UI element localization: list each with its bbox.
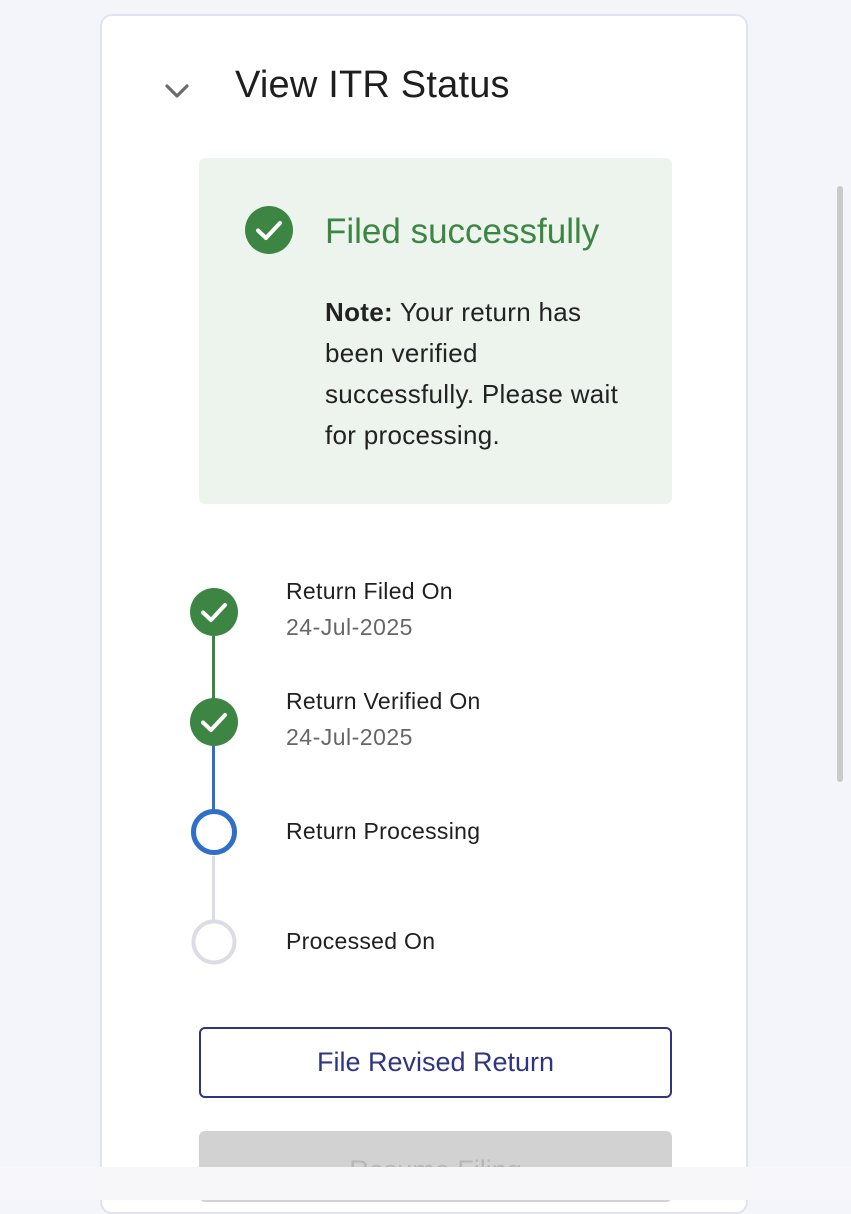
timeline-date: 24-Jul-2025 — [286, 614, 413, 640]
card-header: View ITR Status — [102, 16, 746, 156]
check-circle-icon — [190, 588, 238, 636]
note-label: Note: — [325, 297, 393, 327]
status-timeline: Return Filed On 24-Jul-2025 Return Verif… — [102, 556, 746, 996]
timeline-label: Processed On — [286, 928, 436, 954]
itr-status-card: View ITR Status Filed successfully Note:… — [100, 14, 748, 1214]
current-step-icon — [191, 809, 237, 855]
timeline-label: Return Filed On — [286, 578, 453, 604]
bottom-overlay — [0, 1167, 851, 1200]
pending-step-icon — [191, 919, 237, 965]
timeline-label: Return Verified On — [286, 688, 481, 714]
check-circle-icon — [245, 206, 293, 254]
scrollbar[interactable] — [837, 186, 843, 782]
check-circle-icon — [190, 698, 238, 746]
page-title: View ITR Status — [235, 64, 510, 106]
timeline-date: 24-Jul-2025 — [286, 724, 413, 750]
file-revised-return-button[interactable]: File Revised Return — [199, 1027, 672, 1098]
timeline-label: Return Processing — [286, 818, 481, 844]
status-banner: Filed successfully Note: Your return has… — [199, 158, 672, 504]
chevron-down-icon[interactable] — [160, 74, 194, 108]
status-title: Filed successfully — [325, 212, 600, 251]
status-note: Note: Your return has been verified succ… — [325, 292, 625, 456]
